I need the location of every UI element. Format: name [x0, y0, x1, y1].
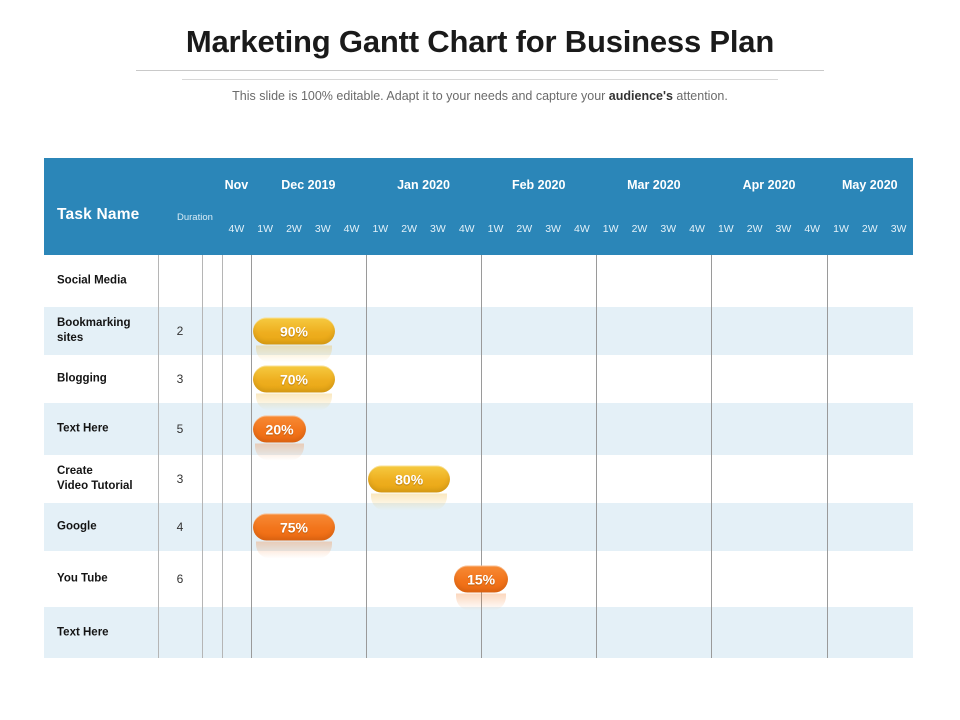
duration-cell: 2 — [176, 324, 184, 338]
table-row[interactable]: You Tube 6 15% — [44, 551, 913, 611]
page-title: Marketing Gantt Chart for Business Plan — [185, 24, 775, 59]
task-name-header: Task Name — [57, 206, 140, 223]
week-label-feb-2w: 2W — [516, 223, 533, 235]
gantt-chart: Task Name Duration Nov Dec 2019 Jan 2020 Fe… — [44, 158, 913, 658]
week-label-feb-4w: 4W — [574, 223, 590, 235]
table-row[interactable]: Google 4 75% — [44, 503, 913, 559]
subtitle-divider — [182, 79, 778, 80]
week-label-mar-3w: 3W — [660, 223, 677, 235]
month-separator — [596, 255, 597, 658]
task-name-cell: Text Here — [57, 422, 109, 435]
gantt-bar-label: 80% — [395, 471, 424, 487]
slide-header: Marketing Gantt Chart for Business Plan … — [0, 22, 960, 104]
month-separator — [366, 255, 367, 658]
week-label-mar-2w: 2W — [631, 223, 648, 235]
table-row[interactable]: Social Media — [44, 255, 913, 307]
gantt-bar[interactable]: 20% — [252, 415, 307, 461]
table-row[interactable]: Bookmarking sites 2 90% — [44, 307, 913, 363]
table-row[interactable]: Create Video Tutorial 3 80% — [44, 455, 913, 511]
gantt-bar[interactable]: 80% — [367, 465, 451, 511]
gantt-header: Task Name Duration Nov Dec 2019 Jan 2020 Fe… — [44, 158, 913, 255]
table-row[interactable]: Text Here 5 20% — [44, 403, 913, 461]
month-separator — [827, 255, 828, 658]
task-name-cell: Social Media — [57, 274, 127, 287]
gantt-bar-label: 90% — [279, 323, 308, 339]
week-label-dec-1w: 1W — [257, 223, 274, 235]
week-label-may-2w: 2W — [861, 223, 878, 235]
month-label-jan: Jan 2020 — [397, 178, 450, 192]
week-label-apr-3w: 3W — [775, 223, 792, 235]
title-divider — [136, 70, 824, 71]
gantt-bar-label: 15% — [467, 571, 496, 587]
week-label-jan-1w: 1W — [372, 223, 389, 235]
gantt-bar-label: 75% — [279, 519, 308, 535]
gantt-bar[interactable]: 15% — [454, 565, 508, 611]
duration-cell: 3 — [176, 472, 184, 486]
week-label-mar-4w: 4W — [689, 223, 705, 235]
week-label-may-1w: 1W — [833, 223, 849, 235]
month-label-nov: Nov — [224, 178, 249, 192]
gantt-bar[interactable]: 75% — [252, 513, 336, 559]
gantt-bar[interactable]: 90% — [252, 317, 336, 363]
month-separator — [481, 255, 482, 658]
duration-cell: 3 — [176, 372, 184, 386]
task-name-cell: Text Here — [57, 626, 109, 638]
table-row[interactable]: Text Here — [44, 607, 913, 658]
subtitle-text-start: This slide is 100% editable. Adapt it to… — [232, 89, 609, 103]
week-label-apr-1w: 1W — [717, 223, 734, 235]
task-name-cell: Bookmarking sites — [57, 317, 131, 344]
week-label-nov-4w: 4W — [228, 223, 245, 235]
month-separator — [711, 255, 712, 658]
column-separator — [158, 255, 159, 658]
month-separator — [222, 255, 223, 658]
subtitle-emphasis: audience's — [608, 89, 673, 103]
column-separator — [202, 255, 203, 658]
duration-header: Duration — [177, 212, 213, 223]
subtitle-text-end: attention. — [672, 89, 728, 103]
task-name-cell: You Tube — [57, 572, 108, 585]
month-label-dec: Dec 2019 — [281, 178, 336, 192]
week-label-may-3w: 3W — [890, 223, 907, 235]
slide-subtitle: This slide is 100% editable. Adapt it to… — [0, 88, 960, 104]
week-label-dec-3w: 3W — [314, 223, 331, 235]
task-name-cell: Blogging — [57, 372, 107, 385]
duration-cell: 6 — [176, 572, 184, 586]
week-label-dec-2w: 2W — [286, 223, 302, 235]
week-label-apr-2w: 2W — [746, 223, 763, 235]
gantt-bar-label: 70% — [279, 371, 308, 387]
month-label-feb: Feb 2020 — [511, 178, 566, 192]
month-label-mar: Mar 2020 — [627, 178, 681, 192]
duration-cell: 4 — [176, 520, 184, 534]
task-name-cell: Create Video Tutorial — [57, 465, 133, 492]
week-label-feb-1w: 1W — [487, 223, 504, 235]
gantt-bar-label: 20% — [265, 421, 294, 437]
week-label-feb-3w: 3W — [545, 223, 561, 235]
week-label-dec-4w: 4W — [343, 223, 360, 235]
table-row[interactable]: Blogging 3 70% — [44, 355, 913, 411]
task-name-cell: Google — [57, 520, 97, 533]
month-separator — [251, 255, 252, 658]
week-label-mar-1w: 1W — [602, 223, 619, 235]
month-label-apr: Apr 2020 — [742, 178, 796, 192]
week-label-apr-4w: 4W — [804, 223, 821, 235]
week-label-jan-2w: 2W — [401, 223, 418, 235]
month-label-may: May 2020 — [842, 178, 898, 192]
duration-cell: 5 — [176, 422, 184, 436]
gantt-body: Social Media Bookmarking sites 2 90% Bloggin… — [44, 255, 913, 658]
week-label-jan-3w: 3W — [430, 223, 446, 235]
gantt-bar[interactable]: 70% — [252, 365, 336, 411]
week-label-jan-4w: 4W — [458, 223, 475, 235]
